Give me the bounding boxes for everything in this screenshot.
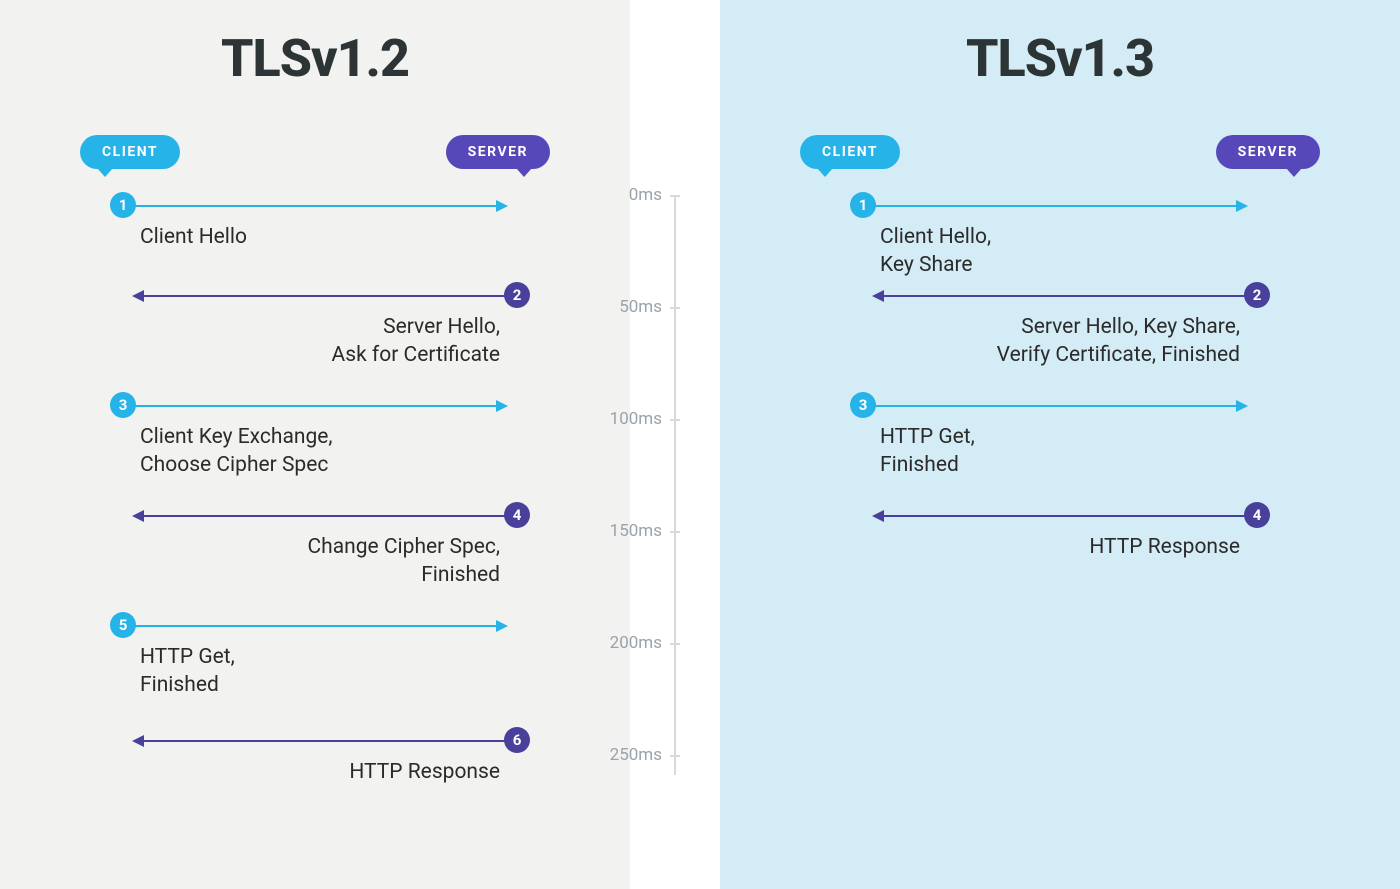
step-badge-2: 2 xyxy=(1244,282,1270,308)
step-badge-4: 4 xyxy=(504,502,530,528)
arrow-step-3 xyxy=(874,405,1246,407)
step-badge-3: 3 xyxy=(850,392,876,418)
timeline-tick xyxy=(670,531,680,533)
arrow-head-right-icon xyxy=(496,200,508,212)
arrow-head-right-icon xyxy=(1236,200,1248,212)
panel-tls13: TLSv1.3 CLIENT SERVER 1Client Hello, Key S… xyxy=(720,0,1400,889)
step-label-1: Client Hello, Key Share xyxy=(880,223,991,280)
step-label-5: HTTP Get, Finished xyxy=(140,643,235,700)
step-badge-6: 6 xyxy=(504,727,530,753)
timeline-tick xyxy=(670,755,680,757)
arrow-step-3 xyxy=(134,405,506,407)
timeline-tick xyxy=(670,643,680,645)
timeline-tick xyxy=(670,419,680,421)
timeline-tick xyxy=(670,307,680,309)
timeline-label: 50ms xyxy=(619,297,662,317)
arrow-step-4 xyxy=(874,515,1246,517)
arrow-step-2 xyxy=(134,295,506,297)
step-badge-4: 4 xyxy=(1244,502,1270,528)
timeline-tick xyxy=(670,195,680,197)
client-pill: CLIENT xyxy=(800,135,900,169)
step-label-4: Change Cipher Spec, Finished xyxy=(307,533,500,590)
step-label-4: HTTP Response xyxy=(1089,533,1240,561)
server-pill: SERVER xyxy=(1216,135,1320,169)
arrow-step-4 xyxy=(134,515,506,517)
step-label-1: Client Hello xyxy=(140,223,247,251)
server-pill: SERVER xyxy=(446,135,550,169)
arrow-step-1 xyxy=(874,205,1246,207)
panel-tls12: TLSv1.2 CLIENT SERVER 1Client Hello 2Server… xyxy=(0,0,630,889)
timeline-label: 0ms xyxy=(629,185,662,205)
timeline-label: 200ms xyxy=(610,633,662,653)
step-badge-3: 3 xyxy=(110,392,136,418)
timeline-axis xyxy=(674,195,676,775)
step-badge-1: 1 xyxy=(850,192,876,218)
arrow-head-left-icon xyxy=(132,735,144,747)
step-badge-1: 1 xyxy=(110,192,136,218)
step-badge-5: 5 xyxy=(110,612,136,638)
timeline-gap: 0ms50ms100ms150ms200ms250ms xyxy=(630,0,720,889)
arrow-head-left-icon xyxy=(872,290,884,302)
arrow-head-left-icon xyxy=(132,510,144,522)
title-tls13: TLSv1.3 xyxy=(720,0,1400,89)
arrow-head-left-icon xyxy=(132,290,144,302)
step-label-2: Server Hello, Ask for Certificate xyxy=(332,313,500,370)
arrow-head-right-icon xyxy=(496,400,508,412)
step-badge-2: 2 xyxy=(504,282,530,308)
timeline-label: 100ms xyxy=(610,409,662,429)
timeline-label: 150ms xyxy=(610,521,662,541)
client-pill: CLIENT xyxy=(80,135,180,169)
timeline-label: 250ms xyxy=(610,745,662,765)
step-label-3: HTTP Get, Finished xyxy=(880,423,975,480)
step-label-2: Server Hello, Key Share, Verify Certific… xyxy=(997,313,1240,370)
arrow-head-left-icon xyxy=(872,510,884,522)
arrow-step-2 xyxy=(874,295,1246,297)
arrow-step-5 xyxy=(134,625,506,627)
step-label-6: HTTP Response xyxy=(349,758,500,786)
step-label-3: Client Key Exchange, Choose Cipher Spec xyxy=(140,423,333,480)
title-tls12: TLSv1.2 xyxy=(0,0,630,89)
arrow-step-6 xyxy=(134,740,506,742)
arrow-step-1 xyxy=(134,205,506,207)
arrow-head-right-icon xyxy=(1236,400,1248,412)
arrow-head-right-icon xyxy=(496,620,508,632)
